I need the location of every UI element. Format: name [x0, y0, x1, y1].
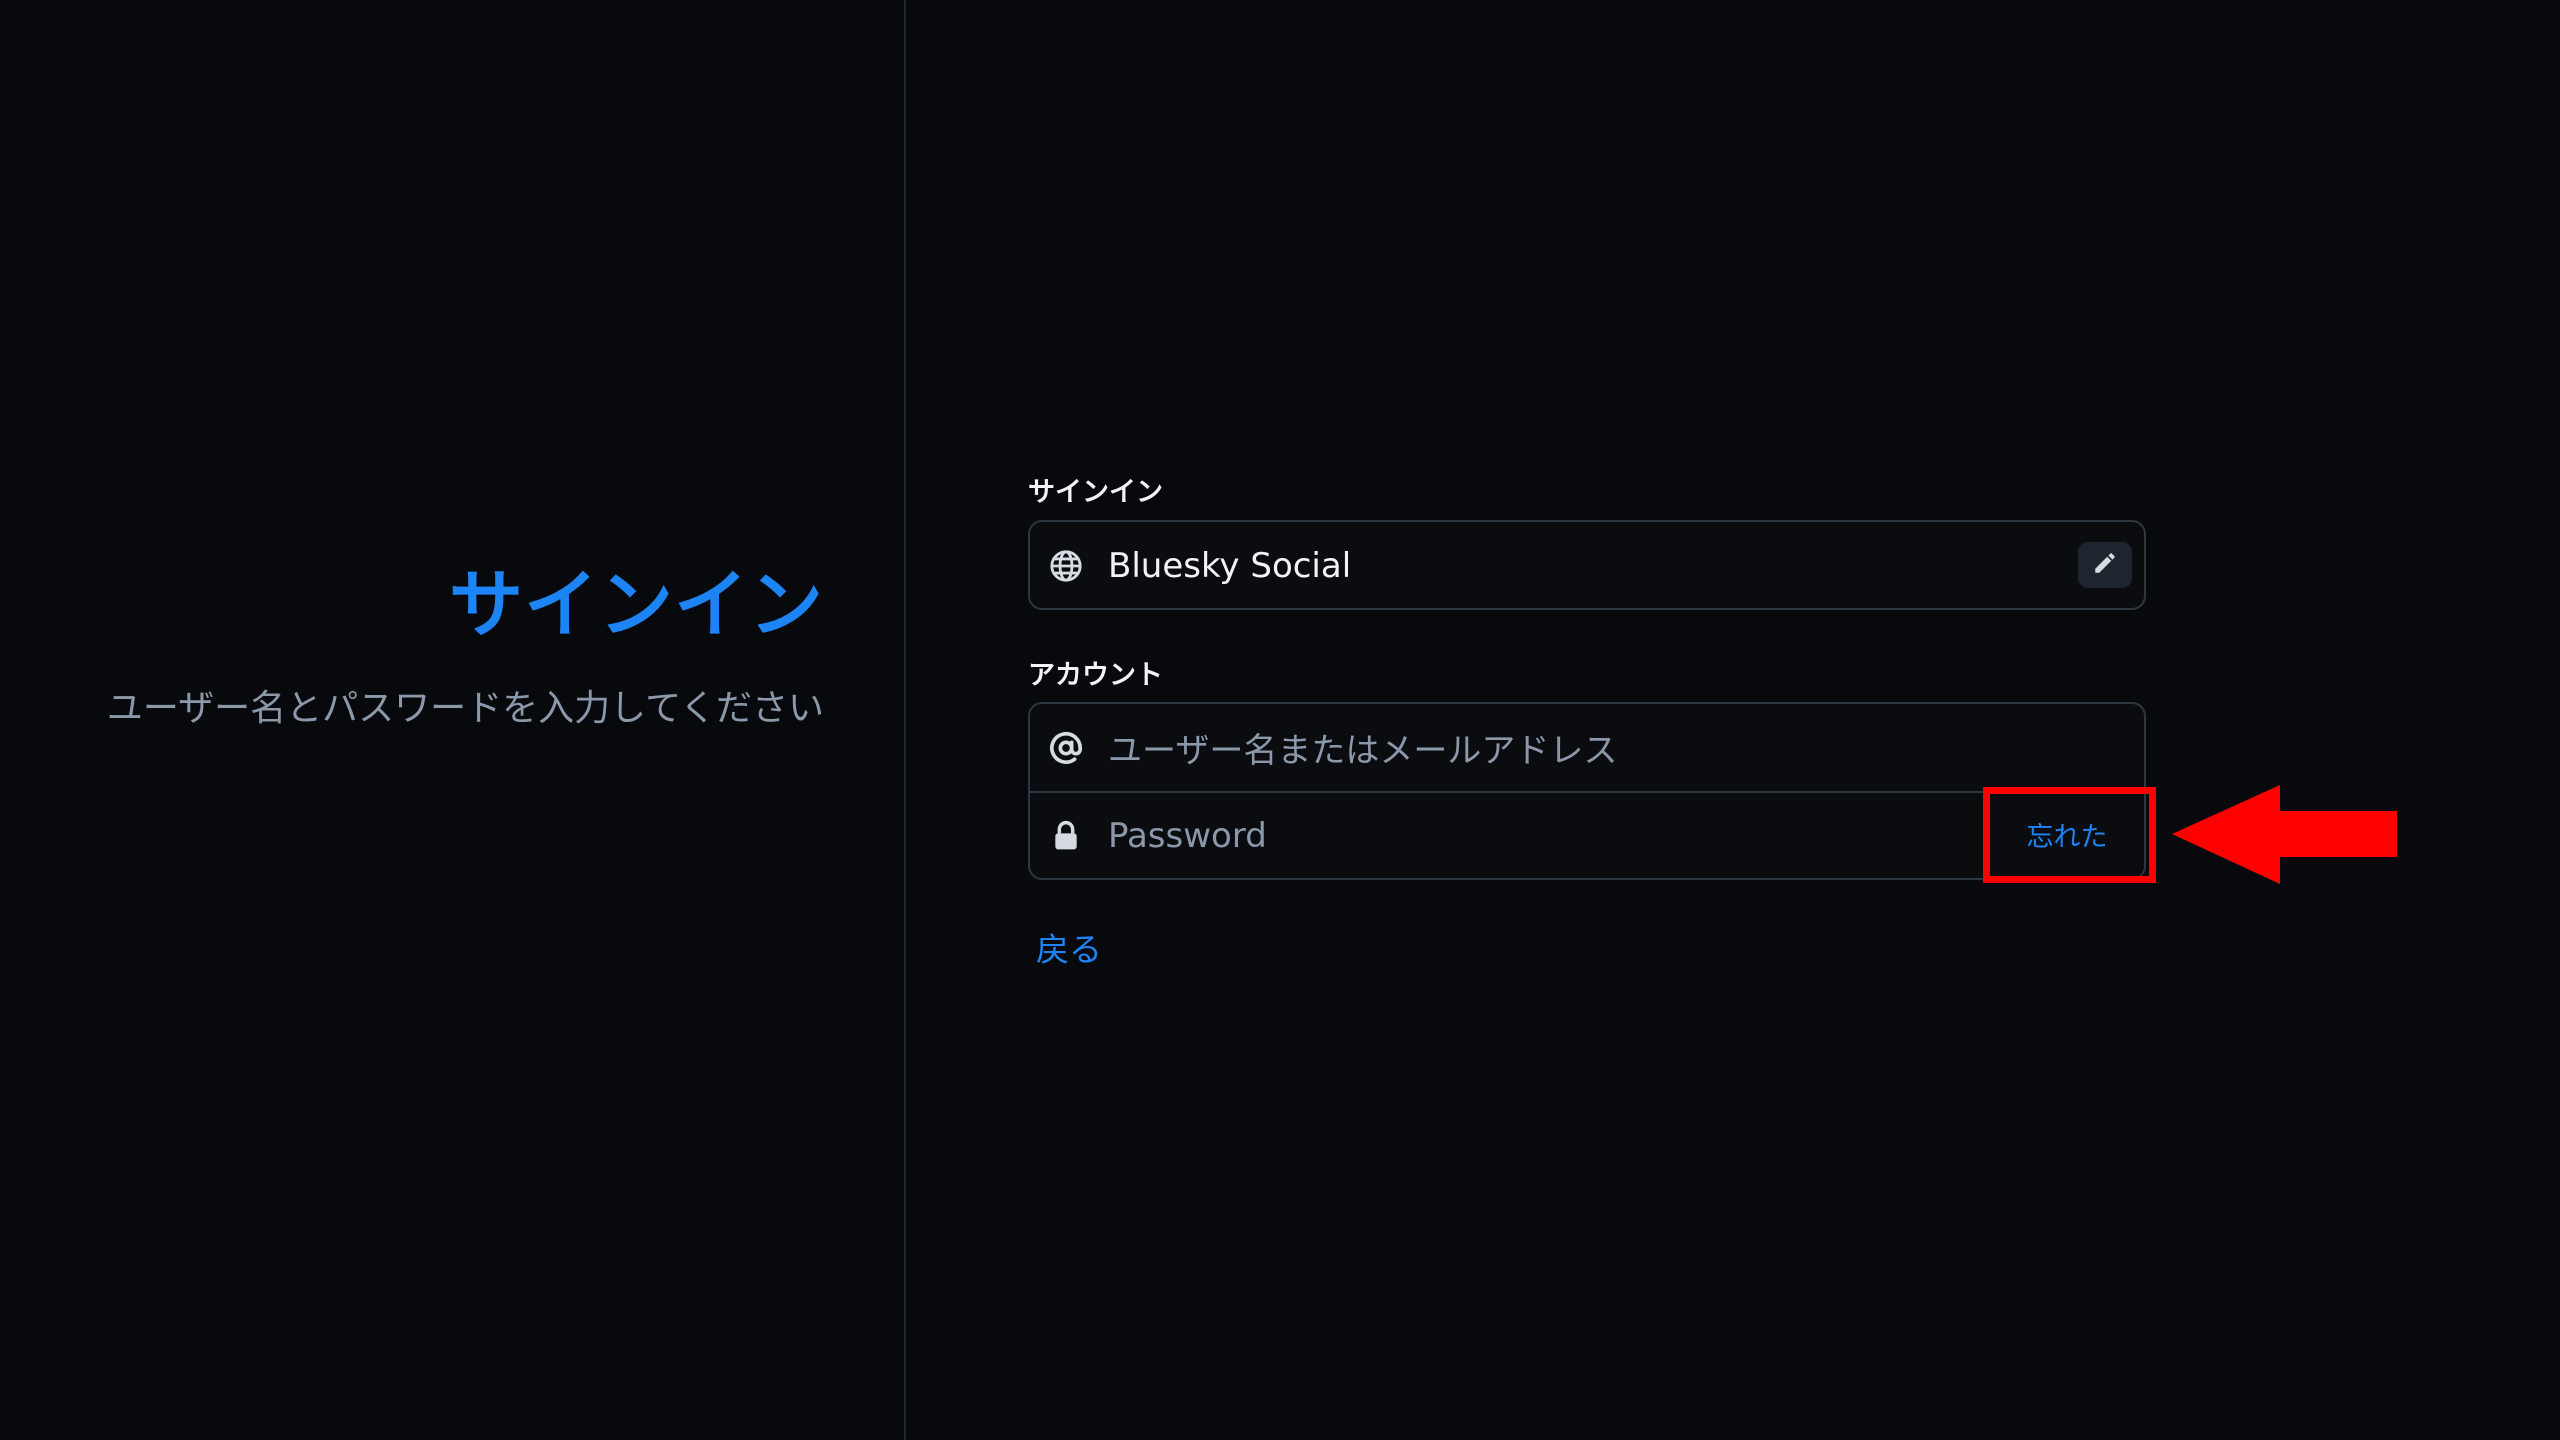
account-section-label: アカウント: [1028, 660, 1163, 691]
lock-icon: [1048, 818, 1084, 854]
left-panel: サインイン ユーザー名とパスワードを入力してください: [0, 0, 906, 1440]
provider-value: Bluesky Social: [1108, 545, 1352, 586]
sign-in-form: サインイン Bluesky Social アカウント ユーザー名またはメールアド…: [1028, 0, 2148, 1440]
username-input[interactable]: ユーザー名またはメールアドレス: [1108, 723, 1617, 772]
back-button[interactable]: 戻る: [1036, 923, 1102, 971]
highlight-box: [1983, 787, 2156, 883]
globe-icon: [1048, 548, 1084, 584]
account-fields: ユーザー名またはメールアドレス Password 忘れた: [1028, 702, 2146, 880]
page-subtitle: ユーザー名とパスワードを入力してください: [106, 688, 824, 729]
username-field[interactable]: ユーザー名またはメールアドレス: [1030, 704, 2144, 791]
signin-section-label: サインイン: [1028, 477, 1163, 508]
password-input[interactable]: Password: [1108, 816, 1267, 856]
provider-row[interactable]: Bluesky Social: [1030, 522, 2144, 609]
edit-provider-button[interactable]: [2078, 542, 2132, 588]
page-title: サインイン: [449, 562, 824, 648]
red-arrow-icon: [2172, 785, 2397, 884]
at-icon: [1048, 730, 1084, 766]
sign-in-page: サインイン ユーザー名とパスワードを入力してください サインイン Bluesky…: [0, 0, 2560, 1440]
hosting-provider-field[interactable]: Bluesky Social: [1028, 520, 2146, 610]
pencil-icon: [2092, 550, 2118, 580]
password-field[interactable]: Password: [1030, 791, 2144, 878]
